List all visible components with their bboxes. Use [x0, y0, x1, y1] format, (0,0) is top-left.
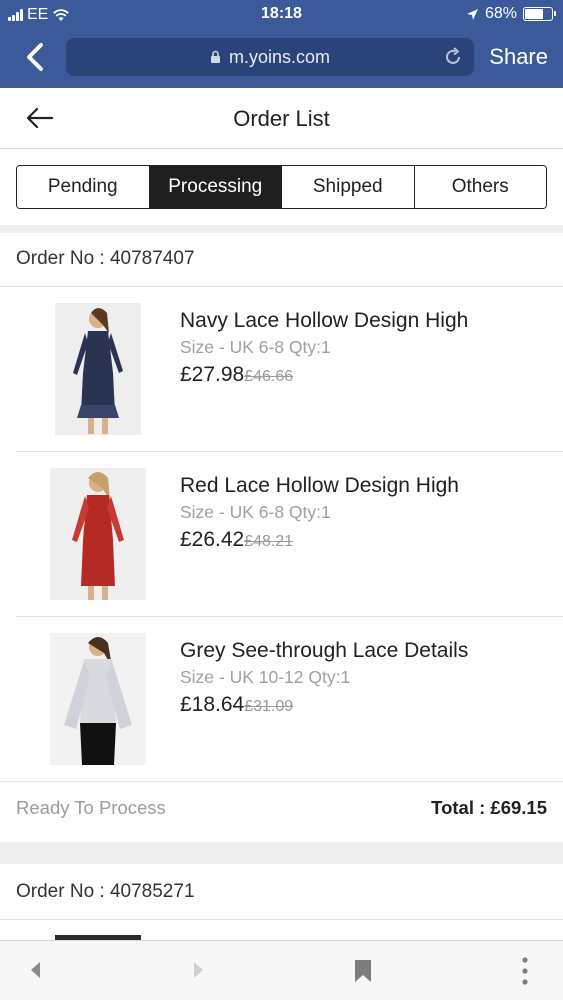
- item-price-row: £27.98£46.66: [180, 363, 293, 387]
- item-name: Grey See-through Lace Details: [180, 639, 469, 662]
- order-item[interactable]: Navy Lace Hollow Design High Size - UK 6…: [0, 287, 563, 451]
- order-item[interactable]: Grey See-through Lace Details Size - UK …: [0, 617, 563, 781]
- item-original-price: £31.09: [244, 698, 294, 715]
- item-name: Red Lace Hollow Design High: [180, 474, 459, 497]
- navy-dress-image: [55, 303, 141, 435]
- item-size-qty: Size - UK 6-8 Qty:1: [180, 337, 331, 357]
- share-button[interactable]: Share: [489, 44, 548, 70]
- more-vertical-icon[interactable]: [520, 956, 530, 986]
- location-arrow-icon: [466, 8, 478, 20]
- order-number: Order No : 40785271: [16, 881, 195, 902]
- url-bar[interactable]: m.yoins.com: [66, 38, 474, 76]
- divider: [0, 919, 563, 920]
- order-item[interactable]: Red Lace Hollow Design High Size - UK 6-…: [0, 452, 563, 616]
- tab-shipped[interactable]: Shipped: [282, 166, 415, 208]
- item-price: £27.98: [180, 363, 245, 386]
- reload-icon[interactable]: [442, 46, 464, 68]
- status-tabs: Pending Processing Shipped Others: [16, 165, 547, 209]
- tab-others[interactable]: Others: [414, 166, 546, 208]
- red-dress-image: [50, 468, 146, 600]
- browser-back-chevron-icon[interactable]: [22, 42, 48, 72]
- bookmark-icon[interactable]: [353, 959, 373, 983]
- divider: [0, 781, 563, 782]
- tab-pending[interactable]: Pending: [17, 166, 150, 208]
- grey-top-image: [50, 633, 146, 765]
- section-separator: [0, 842, 563, 864]
- item-price-row: £18.64£31.09: [180, 693, 293, 717]
- item-price-row: £26.42£48.21: [180, 528, 293, 552]
- lock-icon: [210, 50, 220, 63]
- order-number: Order No : 40787407: [16, 248, 195, 269]
- item-price: £26.42: [180, 528, 245, 551]
- battery-icon: [523, 7, 556, 21]
- item-size-qty: Size - UK 10-12 Qty:1: [180, 667, 351, 687]
- browser-toolbar: [0, 940, 563, 1000]
- browser-chrome: EE 18:18 68% m.yoins.com Share: [0, 0, 563, 88]
- battery-percent: 68%: [484, 5, 517, 22]
- item-name: Navy Lace Hollow Design High: [180, 309, 469, 332]
- battery-level: [525, 9, 543, 19]
- item-original-price: £48.21: [244, 533, 294, 550]
- status-bar: EE 18:18 68%: [0, 0, 563, 30]
- page-title: Order List: [233, 106, 330, 131]
- section-separator: [0, 225, 563, 233]
- status-right: 68%: [466, 5, 556, 23]
- item-size-qty: Size - UK 6-8 Qty:1: [180, 502, 331, 522]
- order-status: Ready To Process: [16, 797, 166, 818]
- page-header: Order List: [0, 88, 563, 149]
- tab-processing[interactable]: Processing: [149, 166, 282, 208]
- forward-arrow-icon[interactable]: [190, 959, 206, 981]
- item-price: £18.64: [180, 693, 245, 716]
- order-total: Total : £69.15: [431, 797, 547, 818]
- item-original-price: £46.66: [244, 368, 294, 385]
- back-arrow-icon[interactable]: [28, 959, 44, 981]
- url-text: m.yoins.com: [228, 46, 331, 67]
